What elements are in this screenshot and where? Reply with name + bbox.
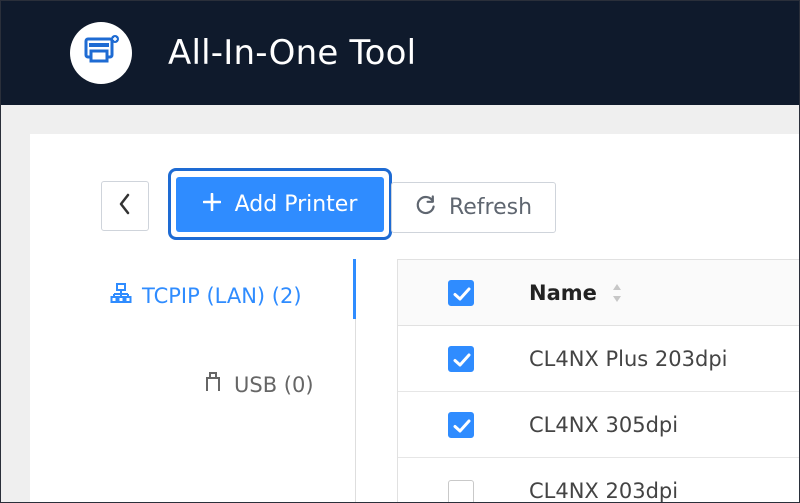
select-all-checkbox[interactable]: [448, 280, 474, 306]
add-printer-button[interactable]: Add Printer: [176, 177, 384, 232]
table-row[interactable]: CL4NX Plus 203dpi: [398, 326, 799, 392]
row-checkbox[interactable]: [448, 480, 474, 502]
tab-tcpip-lan-label: TCPIP (LAN) (2): [142, 283, 302, 308]
tab-tcpip-lan[interactable]: TCPIP (LAN) (2): [110, 282, 302, 309]
printers-table: Name CL4NX Plus 203dpi CL4NX 305dpi CL4N…: [397, 259, 799, 502]
checkmark-icon: [453, 287, 471, 301]
printer-name: CL4NX Plus 203dpi: [529, 347, 728, 371]
printer-name: CL4NX 203dpi: [529, 479, 679, 503]
plus-icon: [202, 192, 221, 217]
network-icon: [110, 282, 132, 309]
table-header: Name: [398, 260, 799, 326]
add-printer-label: Add Printer: [234, 192, 358, 217]
back-button[interactable]: [101, 181, 149, 231]
checkmark-icon: [453, 353, 471, 367]
checkmark-icon: [453, 419, 471, 433]
printer-name: CL4NX 305dpi: [529, 413, 679, 437]
tab-usb[interactable]: USB (0): [202, 371, 314, 398]
refresh-label: Refresh: [448, 195, 533, 220]
table-row[interactable]: CL4NX 305dpi: [398, 392, 799, 458]
connection-tabs: TCPIP (LAN) (2) USB (0): [30, 259, 356, 502]
content-area: Add Printer Refresh TCPIP (LAN) (2) USB …: [1, 105, 799, 502]
chevron-left-icon: [116, 192, 134, 220]
sort-icon[interactable]: [609, 280, 625, 306]
main-panel: Add Printer Refresh TCPIP (LAN) (2) USB …: [30, 134, 799, 502]
tab-usb-label: USB (0): [234, 372, 314, 397]
name-column-header[interactable]: Name: [529, 280, 597, 306]
app-window: All-In-One Tool Add Printer Refresh TCPI…: [0, 0, 800, 503]
refresh-button[interactable]: Refresh: [391, 182, 556, 233]
table-row[interactable]: CL4NX 203dpi: [398, 458, 799, 503]
refresh-icon: [415, 194, 437, 222]
row-checkbox[interactable]: [448, 346, 474, 372]
app-logo: [70, 22, 132, 84]
app-header: All-In-One Tool: [1, 1, 799, 105]
row-checkbox[interactable]: [448, 412, 474, 438]
active-tab-indicator: [353, 259, 356, 319]
printer-app-icon: [79, 29, 123, 77]
usb-icon: [202, 371, 224, 398]
app-title: All-In-One Tool: [168, 33, 417, 73]
